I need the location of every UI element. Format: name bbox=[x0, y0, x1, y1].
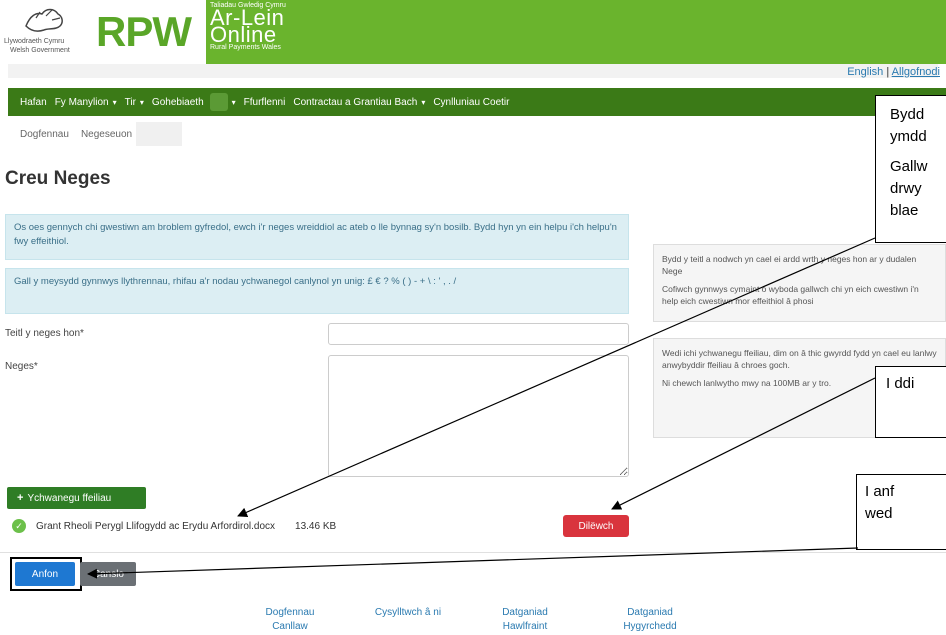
tab-documents[interactable]: Dogfennau bbox=[20, 129, 69, 140]
footer-link-contact[interactable]: Cysylltwch â ni bbox=[368, 606, 448, 620]
callout-delete-note: I ddi bbox=[875, 366, 946, 438]
tab-placeholder-box bbox=[136, 122, 183, 146]
welsh-government-logo[interactable]: Llywodraeth Cymru Welsh Government bbox=[0, 0, 88, 64]
info-allowed-chars: Gall y meysydd gynnwys llythrennau, rhif… bbox=[5, 268, 629, 314]
online-line-2: Online bbox=[210, 22, 277, 47]
uploaded-file-row: ✓ Grant Rheoli Perygl Llifogydd ac Erydu… bbox=[12, 518, 336, 534]
nav-item-forms[interactable]: Ffurflenni bbox=[244, 97, 286, 108]
callout-line: wed bbox=[865, 505, 893, 522]
chevron-down-icon: ▾ bbox=[139, 97, 144, 107]
gov-name-en: Welsh Government bbox=[10, 47, 70, 54]
page-title: Creu Neges bbox=[5, 168, 111, 189]
nav-item-label: Gohebiaeth bbox=[151, 96, 204, 108]
nav-item-contracts[interactable]: Contractau a Grantiau Bach ▾ bbox=[293, 97, 425, 108]
plus-icon: + bbox=[17, 492, 24, 504]
help-panel-title: Bydd y teitl a nodwch yn cael ei ardd wr… bbox=[653, 244, 946, 322]
callout-line: blae bbox=[890, 202, 919, 219]
utility-separator: | bbox=[883, 66, 892, 78]
message-title-input[interactable] bbox=[328, 323, 629, 345]
rpw-logo[interactable]: RPW bbox=[88, 0, 206, 64]
callout-line: ymdd bbox=[890, 128, 927, 145]
help-text-title: Bydd y teitl a nodwch yn cael ei ardd wr… bbox=[662, 254, 917, 276]
chevron-down-icon: ▾ bbox=[231, 97, 236, 107]
nav-item-label: Tir bbox=[124, 96, 136, 108]
rpw-text: RPW bbox=[96, 8, 192, 55]
callout-line: I ddi bbox=[886, 375, 915, 392]
title-label: Teitl y neges hon* bbox=[5, 328, 84, 339]
footer-line: Dogfennau bbox=[265, 607, 315, 618]
add-files-label: Ychwanegu ffeiliau bbox=[27, 492, 112, 504]
nav-item-label: Contractau a Grantiau Bach bbox=[293, 96, 418, 108]
check-icon: ✓ bbox=[12, 519, 26, 533]
online-logo: Taliadau Gwledig Cymru Ar-Lein Online Ru… bbox=[210, 2, 286, 51]
callout-line: Gallw bbox=[890, 158, 928, 175]
utility-bar: English | Allgofnodi bbox=[0, 64, 946, 82]
nav-item-woodland[interactable]: Cynlluniau Coetir bbox=[433, 97, 509, 108]
callout-line: I anf bbox=[865, 483, 895, 500]
logout-link[interactable]: Allgofnodi bbox=[892, 66, 940, 78]
callout-send-note: I anf wed bbox=[856, 474, 946, 550]
main-nav: Hafan Fy Manylion ▾ Tir ▾ Gohebiaeth ▾ Ffur… bbox=[8, 88, 946, 116]
callout-line: drwy bbox=[890, 180, 922, 197]
footer-line: Hawlfraint bbox=[502, 621, 548, 632]
callout-line: Bydd bbox=[890, 106, 925, 123]
info-general: Os oes gennych chi gwestiwn am broblem g… bbox=[5, 214, 629, 260]
divider bbox=[0, 552, 946, 553]
nav-item-label: Ffurflenni bbox=[243, 96, 286, 108]
footer-link-copyright[interactable]: Datganiad Hawlfraint bbox=[490, 606, 560, 634]
chevron-down-icon: ▾ bbox=[421, 97, 426, 107]
footer-line: Cysylltwch â ni bbox=[374, 607, 442, 618]
utility-grey-bar bbox=[8, 64, 938, 78]
footer-line: Datganiad bbox=[502, 607, 548, 618]
chevron-down-icon: ▾ bbox=[112, 97, 117, 107]
dragon-icon bbox=[25, 8, 63, 32]
footer-link-accessibility[interactable]: Datganiad Hygyrchedd bbox=[610, 606, 690, 634]
help-text-detail: Cofiwch gynnwys cymaint o wyboda gallwch… bbox=[662, 284, 919, 306]
nav-item-home[interactable]: Hafan bbox=[20, 97, 47, 108]
site-header: Llywodraeth Cymru Welsh Government RPW T… bbox=[0, 0, 946, 64]
footer-line: Datganiad bbox=[627, 607, 673, 618]
message-label: Neges* bbox=[5, 361, 38, 372]
utility-links: English | Allgofnodi bbox=[847, 66, 940, 78]
tab-messages[interactable]: Negeseuon bbox=[81, 129, 132, 140]
file-name: Grant Rheoli Perygl Llifogydd ac Erydu A… bbox=[36, 520, 276, 532]
gov-name-cy: Llywodraeth Cymru bbox=[4, 38, 65, 45]
footer-link-guidance[interactable]: Dogfennau Canllaw bbox=[255, 606, 325, 634]
nav-item-label: Fy Manylion bbox=[54, 96, 109, 108]
file-size: 13.46 KB bbox=[295, 520, 337, 532]
english-link[interactable]: English bbox=[847, 66, 883, 78]
cancel-button[interactable]: Canslo bbox=[80, 562, 136, 586]
message-body-textarea[interactable] bbox=[328, 355, 629, 477]
rural-payments-wales: Rural Payments Wales bbox=[210, 44, 281, 51]
nav-item-label: Cynlluniau Coetir bbox=[433, 96, 510, 108]
nav-item-land[interactable]: Tir ▾ bbox=[125, 97, 144, 108]
sub-nav: Dogfennau Negeseuon bbox=[8, 122, 183, 146]
footer-line: Canllaw bbox=[272, 621, 308, 632]
add-files-button[interactable]: + Ychwanegu ffeiliau bbox=[7, 487, 146, 509]
callout-title-note: Bydd ymdd Gallw drwy blae bbox=[875, 95, 946, 243]
nav-item-correspondence[interactable]: Gohebiaeth ▾ bbox=[152, 93, 236, 111]
nav-item-label: Hafan bbox=[20, 96, 47, 108]
delete-file-button[interactable]: Dilëwch bbox=[563, 515, 629, 537]
send-button[interactable]: Anfon bbox=[15, 562, 75, 586]
footer-line: Hygyrchedd bbox=[623, 621, 677, 632]
highlight-blob bbox=[209, 93, 228, 111]
nav-item-my-details[interactable]: Fy Manylion ▾ bbox=[55, 97, 117, 108]
